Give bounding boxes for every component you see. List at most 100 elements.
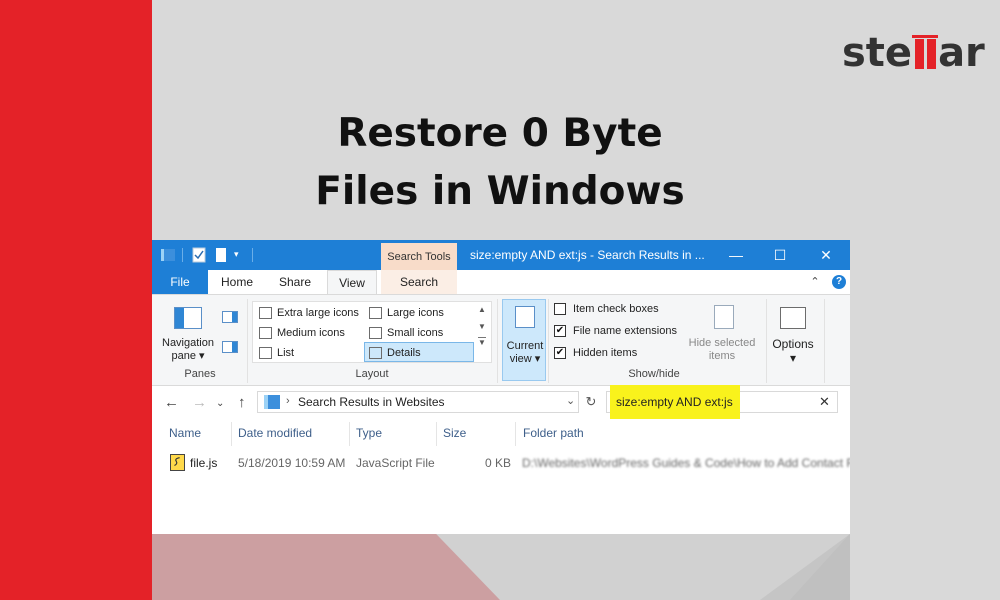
group-separator — [247, 299, 248, 383]
more-icon[interactable]: ▼ — [478, 337, 486, 347]
small-icons-icon — [369, 327, 382, 339]
navigation-pane-icon[interactable] — [174, 307, 202, 329]
group-separator — [548, 299, 549, 383]
table-row[interactable]: file.js 5/18/2019 10:59 AM JavaScript Fi… — [152, 452, 850, 474]
address-path: Search Results in Websites — [298, 395, 445, 409]
tab-search[interactable]: Search — [381, 270, 457, 294]
column-separator — [349, 422, 350, 446]
title-bar: ▾ Search Tools size:empty AND ext:js - S… — [152, 240, 850, 270]
folder-icon[interactable] — [160, 247, 176, 263]
quick-access-separator — [182, 248, 183, 262]
layout-large-icons[interactable]: Large icons — [365, 303, 473, 323]
breadcrumb-chevron-icon[interactable]: › — [286, 395, 290, 407]
checkbox-checked[interactable]: ✔ — [554, 347, 566, 359]
new-folder-icon[interactable] — [215, 247, 227, 263]
layout-item-label: Large icons — [387, 307, 444, 319]
ribbon: Navigation pane ▾ Panes Extra large icon… — [152, 294, 850, 386]
options-icon[interactable] — [780, 307, 806, 329]
address-bar: ← → ⌄ ↑ › Search Results in Websites ⌄ ↻… — [152, 385, 850, 420]
file-name: file.js — [190, 456, 218, 470]
file-type: JavaScript File — [356, 456, 435, 470]
logo-text-left: ste — [842, 30, 913, 76]
current-view-label-1: Current — [506, 340, 544, 352]
title-line-1: Restore 0 Byte — [337, 111, 663, 156]
hide-selected-label-1: Hide selected — [688, 337, 756, 349]
details-icon — [369, 347, 382, 359]
quick-access-separator — [252, 248, 253, 262]
explorer-window: ▾ Search Tools size:empty AND ext:js - S… — [152, 240, 850, 534]
panes-group-label: Panes — [184, 368, 216, 380]
current-view-label-2: view ▾ — [509, 353, 541, 365]
checkbox-label: File name extensions — [573, 325, 677, 337]
recent-locations-chevron-icon[interactable]: ⌄ — [216, 398, 224, 409]
options-label-2: ▾ — [789, 351, 797, 365]
column-header-date-modified[interactable]: Date modified — [238, 426, 312, 440]
maximize-button[interactable]: ☐ — [758, 240, 802, 270]
minimize-button[interactable]: — — [714, 240, 758, 270]
forward-arrow-icon[interactable]: → — [192, 394, 207, 411]
page-title: Restore 0 Byte Files in Windows — [250, 105, 750, 221]
group-separator — [824, 299, 825, 383]
column-header-size[interactable]: Size — [443, 426, 466, 440]
layout-extra-large-icons[interactable]: Extra large icons — [255, 303, 365, 323]
layout-gallery: Extra large icons Large icons Medium ico… — [252, 301, 492, 363]
large-icons-icon — [369, 307, 382, 319]
column-header-folder-path[interactable]: Folder path — [523, 426, 584, 440]
address-dropdown-icon[interactable]: ⌄ — [566, 394, 575, 407]
column-separator — [436, 422, 437, 446]
stellar-logo: ste ar — [842, 30, 985, 76]
hide-selected-items-icon — [714, 305, 734, 329]
hide-selected-items-button: Hide selected items — [684, 337, 760, 363]
ribbon-tabs: File Home Share View Search ⌃ ? — [152, 270, 850, 294]
clear-search-icon[interactable]: ✕ — [819, 394, 830, 410]
layout-item-label: Medium icons — [277, 327, 345, 339]
file-folder-path: D:\Websites\WordPress Guides & Code\How … — [522, 456, 850, 470]
navigation-pane-label-1: Navigation — [162, 337, 214, 349]
javascript-file-icon — [170, 454, 185, 471]
preview-pane-icon[interactable] — [222, 311, 238, 323]
medium-icons-icon — [259, 327, 272, 339]
checkbox-unchecked[interactable] — [554, 303, 566, 315]
search-input[interactable]: size:empty AND ext:js ✕ — [606, 385, 838, 419]
column-header-type[interactable]: Type — [356, 426, 382, 440]
current-view-label: Current view ▾ — [503, 340, 547, 366]
tab-file[interactable]: File — [152, 270, 208, 294]
navigation-pane-label-2: pane ▾ — [171, 350, 205, 362]
scroll-down-icon[interactable]: ▼ — [474, 322, 490, 331]
address-field[interactable]: › Search Results in Websites ⌄ — [257, 391, 579, 413]
collapse-ribbon-icon[interactable]: ⌃ — [807, 270, 823, 294]
tab-home[interactable]: Home — [214, 270, 260, 294]
tab-view[interactable]: View — [327, 270, 377, 294]
navigation-pane-button[interactable]: Navigation pane ▾ — [158, 337, 218, 363]
help-icon[interactable]: ? — [832, 275, 846, 289]
close-button[interactable]: ✕ — [804, 240, 848, 270]
options-button[interactable]: Options ▾ — [768, 337, 818, 365]
back-arrow-icon[interactable]: ← — [164, 394, 179, 411]
current-view-button[interactable]: Current view ▾ — [502, 299, 546, 381]
search-tools-context-tab: Search Tools — [381, 243, 457, 270]
refresh-icon[interactable]: ↻ — [582, 394, 600, 412]
layout-details[interactable]: Details — [364, 342, 474, 362]
layout-small-icons[interactable]: Small icons — [365, 323, 473, 343]
show-hide-group-label: Show/hide — [628, 368, 680, 380]
item-check-boxes-checkbox[interactable]: Item check boxes — [554, 300, 659, 318]
up-arrow-icon[interactable]: ↑ — [238, 394, 246, 411]
column-header-name[interactable]: Name — [169, 426, 201, 440]
layout-medium-icons[interactable]: Medium icons — [255, 323, 365, 343]
layout-list[interactable]: List — [255, 343, 365, 363]
file-name-extensions-checkbox[interactable]: ✔ File name extensions — [554, 322, 677, 340]
logo-mark-icon — [912, 35, 939, 69]
hidden-items-checkbox[interactable]: ✔ Hidden items — [554, 344, 637, 362]
checkbox-checked[interactable]: ✔ — [554, 325, 566, 337]
logo-text-right: ar — [938, 30, 985, 76]
properties-icon[interactable] — [192, 247, 206, 263]
details-pane-icon[interactable] — [222, 341, 238, 353]
checkbox-label: Hidden items — [573, 347, 638, 359]
customize-toolbar-icon[interactable]: ▾ — [234, 249, 246, 265]
layout-gallery-scroll[interactable]: ▲ ▼ ▼ — [474, 301, 490, 363]
scroll-up-icon[interactable]: ▲ — [474, 305, 490, 314]
tab-share[interactable]: Share — [272, 270, 318, 294]
search-query: size:empty AND ext:js — [616, 395, 733, 409]
layout-item-label: Small icons — [387, 327, 444, 339]
hide-selected-label-2: items — [708, 350, 736, 362]
